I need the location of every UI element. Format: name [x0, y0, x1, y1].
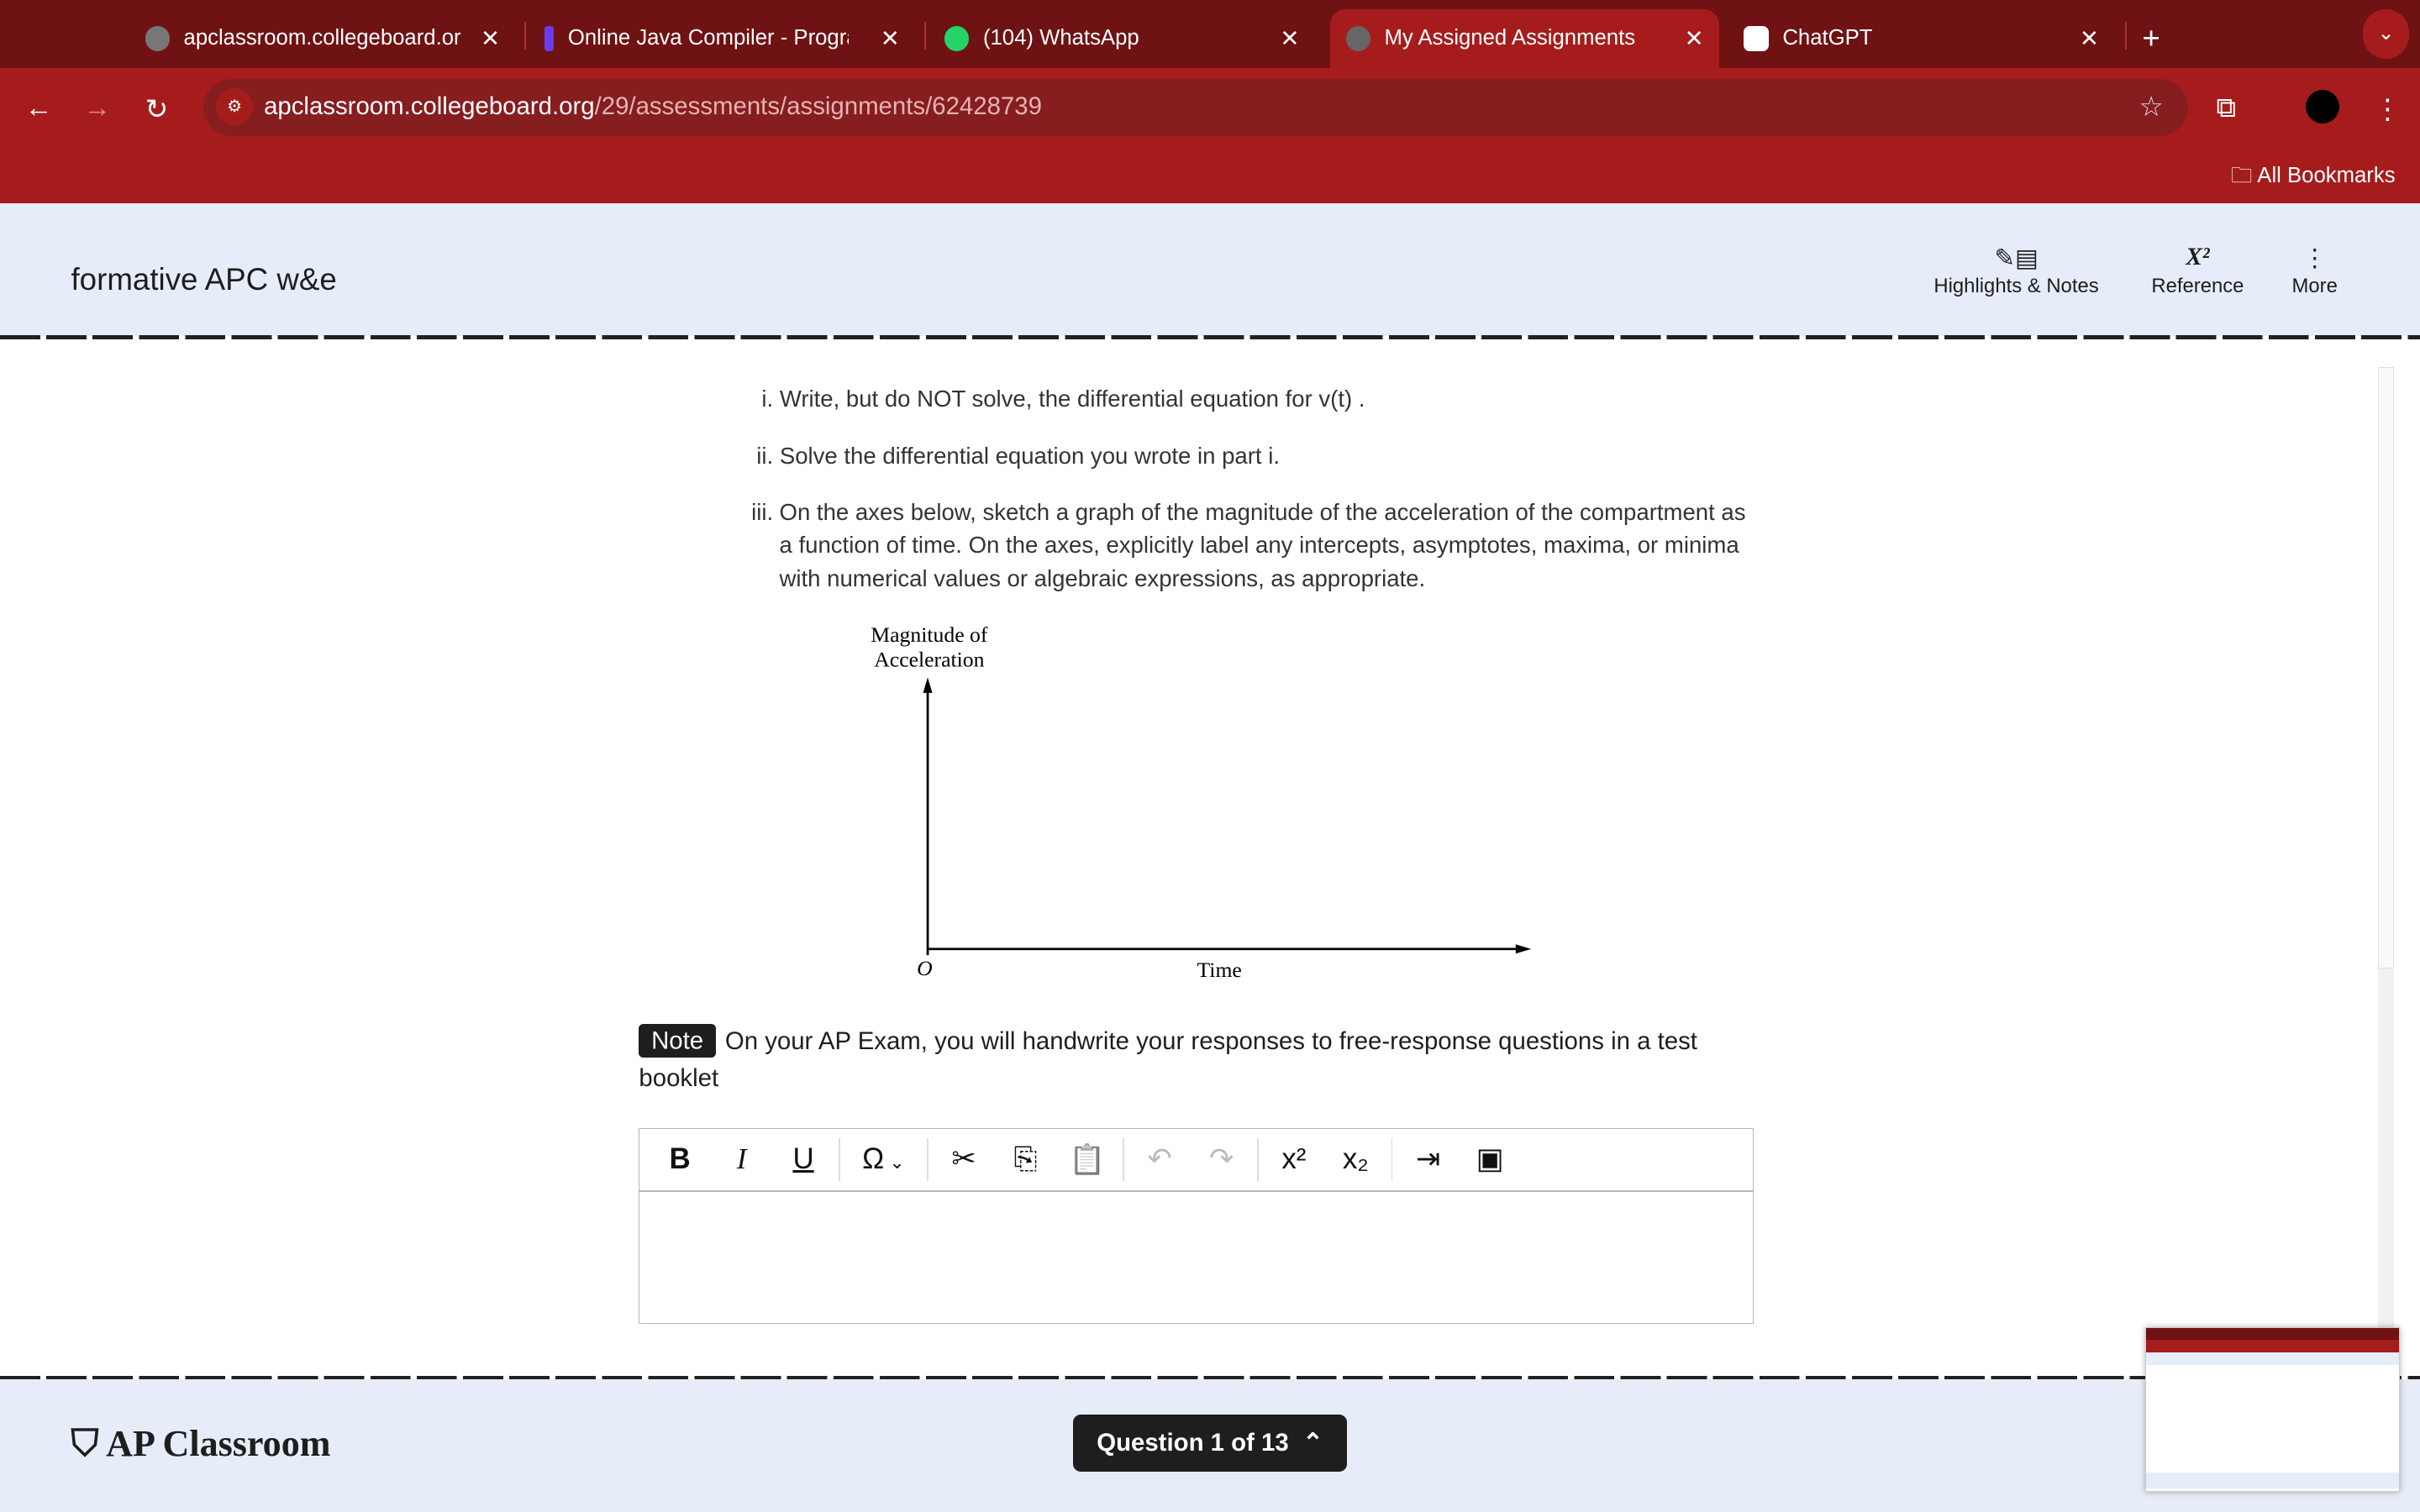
response-editor: B I U Ω ⌄ ✂ ⎘ 📋 ↶ ↷ x² x₂ ⇥ ▣ [639, 1127, 1754, 1325]
url-text: apclassroom.collegeboard.org/29/assessme… [264, 92, 1042, 121]
blank-axes-graph: Magnitude of Acceleration O Time [871, 622, 1532, 982]
new-tab-button[interactable]: + [2142, 9, 2160, 68]
close-tab-icon[interactable]: ✕ [481, 25, 500, 52]
y-axis-label-2: Acceleration [874, 647, 984, 671]
tab-apclassroom[interactable]: apclassroom.collegeboard.org ✕ [145, 9, 516, 68]
tab-my-assigned-assignments[interactable]: My Assigned Assignments ✕ [1330, 9, 1720, 68]
back-button[interactable]: ← [24, 92, 52, 124]
all-bookmarks-button[interactable]: 🗀 All Bookmarks [2231, 160, 2396, 197]
exam-note: Note On your AP Exam, you will handwrite … [639, 1023, 1749, 1097]
question-part-iii: iii. On the axes below, sketch a graph of… [751, 498, 1746, 591]
globe-icon [145, 26, 171, 51]
x-axis-label: Time [1197, 958, 1241, 982]
browser-menu-icon[interactable]: ⋮ [2374, 92, 2402, 126]
tab-divider [524, 21, 527, 50]
programiz-icon [544, 26, 555, 51]
header-divider [0, 334, 2420, 340]
site-info-icon[interactable]: ⚙ [216, 87, 254, 125]
scrollbar-thumb[interactable] [2378, 367, 2394, 969]
editor-toolbar: B I U Ω ⌄ ✂ ⎘ 📋 ↶ ↷ x² x₂ ⇥ ▣ [639, 1129, 1753, 1193]
bold-button[interactable]: B [649, 1142, 710, 1176]
toolbar-divider [1256, 1137, 1259, 1182]
globe-icon [1345, 26, 1370, 51]
special-characters-button[interactable]: Ω ⌄ [845, 1142, 923, 1176]
y-axis-arrow [923, 677, 933, 693]
y-axis-label: Magnitude of [871, 622, 988, 647]
chevron-down-icon: ⌄ [884, 1152, 905, 1173]
tab-java-compiler[interactable]: Online Java Compiler - Progra ✕ [544, 9, 915, 68]
insert-image-button[interactable]: ▣ [1459, 1142, 1520, 1176]
note-badge: Note [639, 1024, 716, 1058]
indent-button[interactable]: ⇥ [1397, 1142, 1459, 1176]
bookmark-star-icon[interactable]: ☆ [2139, 90, 2164, 123]
acorn-icon: ⛉ [71, 1423, 107, 1465]
tab-divider [924, 21, 926, 50]
close-tab-icon[interactable]: ✕ [1685, 25, 1704, 52]
underline-button[interactable]: U [772, 1142, 834, 1176]
redo-button[interactable]: ↷ [1191, 1142, 1252, 1176]
subscript-button[interactable]: x₂ [1325, 1142, 1386, 1176]
toolbar-divider [926, 1137, 929, 1182]
assessment-header: formative APC w&e ✎▤ Highlights & Notes X… [0, 203, 2420, 337]
toolbar-divider [1391, 1137, 1393, 1182]
address-bar[interactable]: ⚙ apclassroom.collegeboard.org/29/assess… [203, 78, 2189, 136]
ap-classroom-logo: ⛉ AP Classroom [71, 1423, 331, 1465]
more-vertical-icon: ⋮ [2302, 244, 2328, 273]
question-navigator-button[interactable]: Question 1 of 13 ⌃ [1072, 1415, 1348, 1473]
close-tab-icon[interactable]: ✕ [881, 25, 900, 52]
undo-button[interactable]: ↶ [1128, 1142, 1190, 1176]
toolbar-divider [839, 1137, 841, 1182]
formula-icon: X² [2186, 244, 2210, 271]
assessment-footer: ⛉ AP Classroom Question 1 of 13 ⌃ [0, 1379, 2420, 1512]
more-button[interactable]: ⋮ More [2291, 244, 2337, 298]
question-part-ii: ii. Solve the differential equation you … [756, 443, 1281, 470]
origin-label: O [917, 956, 933, 980]
question-content: i. Write, but do NOT solve, the differen… [0, 340, 2377, 1378]
response-text-area[interactable] [639, 1192, 1752, 1321]
highlights-notes-button[interactable]: ✎▤ Highlights & Notes [1933, 244, 2098, 298]
content-scrollbar[interactable] [2378, 367, 2394, 1377]
tab-chatgpt[interactable]: ChatGPT ✕ [1744, 9, 2114, 68]
question-part-i: i. Write, but do NOT solve, the differen… [761, 386, 1365, 412]
browser-toolbar: ← → ↻ ⚙ apclassroom.collegeboard.org/29/… [0, 67, 2420, 204]
close-tab-icon[interactable]: ✕ [2080, 25, 2099, 52]
page-title: formative APC w&e [71, 262, 337, 297]
extensions-icon[interactable]: ⧉ [2217, 92, 2237, 124]
highlight-notes-icon: ✎▤ [1994, 244, 2039, 273]
italic-button[interactable]: I [711, 1142, 772, 1176]
toolbar-divider [1123, 1137, 1124, 1182]
chevron-up-icon: ⌃ [1288, 1429, 1323, 1457]
x-axis-arrow [1515, 944, 1532, 954]
tab-strip: apclassroom.collegeboard.org ✕ Online Jav… [0, 0, 2420, 68]
tab-whatsapp[interactable]: (104) WhatsApp ✕ [944, 9, 1315, 68]
superscript-button[interactable]: x² [1263, 1142, 1324, 1176]
folder-icon: 🗀 [2230, 164, 2258, 187]
copy-icon[interactable]: ⎘ [995, 1142, 1056, 1176]
paste-icon[interactable]: 📋 [1056, 1142, 1118, 1177]
whatsapp-icon [944, 26, 970, 51]
profile-avatar[interactable] [2306, 89, 2340, 123]
tab-divider [2125, 21, 2127, 50]
cut-icon[interactable]: ✂ [933, 1142, 994, 1176]
reference-button[interactable]: X² Reference [2151, 244, 2244, 298]
screenshot-thumbnail-preview[interactable] [2145, 1326, 2401, 1493]
forward-button[interactable]: → [83, 92, 111, 124]
chatgpt-icon [1744, 26, 1769, 51]
tab-search-button[interactable]: ⌄ [2362, 9, 2410, 59]
reload-button[interactable]: ↻ [145, 92, 169, 126]
close-tab-icon[interactable]: ✕ [1280, 25, 1299, 52]
